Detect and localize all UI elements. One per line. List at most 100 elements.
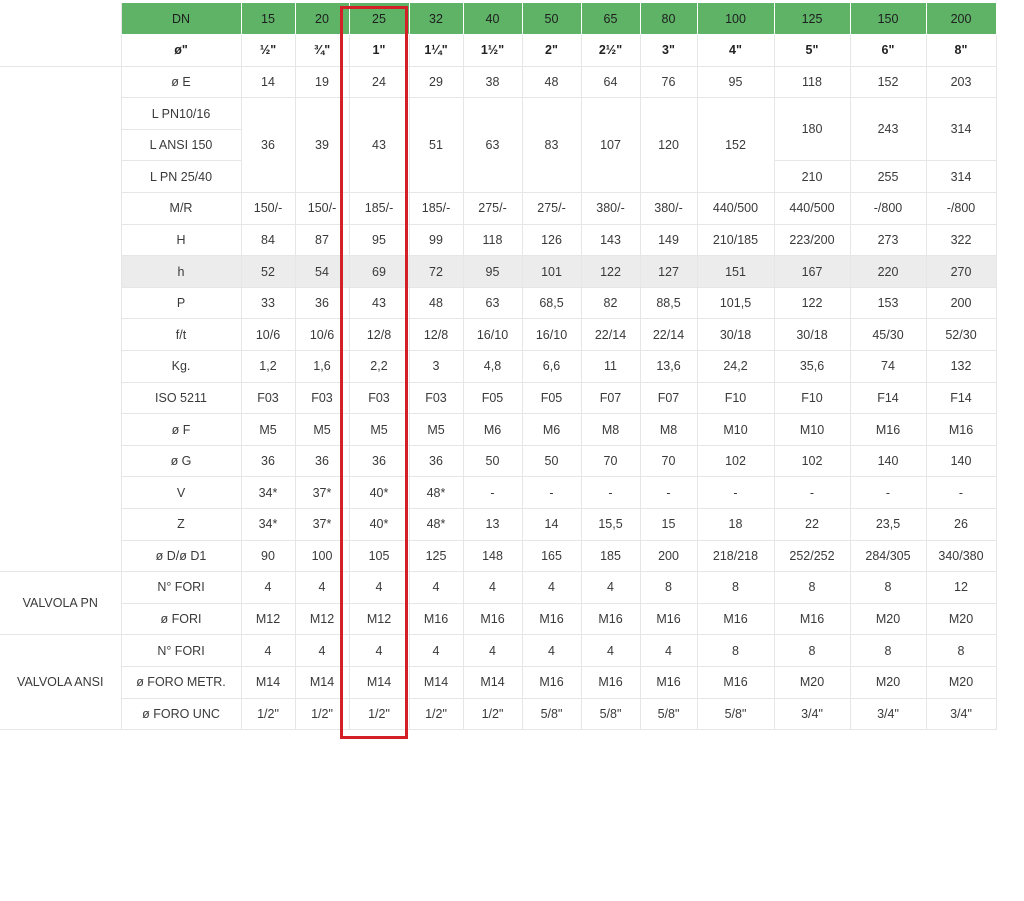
inch-label: ø" (121, 34, 242, 67)
table-cell: 8 (774, 634, 851, 667)
table-cell: 2,2 (349, 350, 410, 383)
table-cell: - (640, 476, 698, 509)
table-cell: 52/30 (926, 318, 997, 352)
table-cell: 30/18 (697, 318, 775, 352)
dn-cell: 32 (409, 3, 464, 36)
table-cell: M16 (697, 603, 775, 636)
table-cell: 4 (409, 571, 464, 604)
table-cell: 83 (522, 97, 582, 194)
table-cell: 4 (640, 634, 698, 667)
table-cell: 99 (409, 224, 464, 257)
table-cell: 22 (774, 508, 851, 541)
table-cell: 8 (850, 634, 927, 667)
inch-cell: 3" (640, 34, 698, 67)
table-cell: 72 (409, 255, 464, 288)
table-cell: 440/500 (774, 192, 851, 225)
table-cell: - (774, 476, 851, 509)
table-cell: 30/18 (774, 318, 851, 352)
table-cell: M10 (774, 413, 851, 446)
table-row: VALVOLA PN N° FORI 4 4 4 4 4 4 4 8 8 8 8 12 (0, 571, 997, 636)
table-cell: 149 (640, 224, 698, 257)
table-cell: 185/- (349, 192, 410, 225)
table-cell: 63 (463, 97, 523, 194)
table-cell: 284/305 (850, 540, 927, 573)
table-cell: F05 (463, 382, 523, 415)
dn-cell: 20 (295, 3, 350, 36)
table-cell: M14 (349, 666, 410, 699)
table-cell: M6 (463, 413, 523, 446)
table-cell: 37* (295, 508, 350, 541)
table-cell: 23,5 (850, 508, 927, 541)
table-cell: 322 (926, 224, 997, 257)
table-cell: 24 (349, 66, 410, 99)
table-cell: 95 (697, 66, 775, 99)
table-cell: 4 (581, 634, 641, 667)
table-cell: 255 (850, 160, 927, 194)
table-cell: 140 (926, 445, 997, 478)
inch-cell: ½" (241, 34, 296, 67)
table-cell: 22/14 (640, 318, 698, 352)
table-cell: -/800 (926, 192, 997, 225)
table-cell: 118 (463, 224, 523, 257)
table-cell: 35,6 (774, 350, 851, 383)
table-cell: 5/8" (522, 698, 582, 731)
table-cell: 340/380 (926, 540, 997, 573)
corner-cell (0, 3, 122, 36)
dn-label: DN (121, 3, 242, 36)
table-cell: 64 (581, 66, 641, 99)
table-cell: 275/- (522, 192, 582, 225)
table-row: Kg. 1,2 1,6 2,2 3 4,8 6,6 11 13,6 24,2 35,6 74 132 (0, 350, 997, 383)
row-label: ø FORI (121, 603, 242, 636)
table-cell: 148 (463, 540, 523, 573)
table-cell: 150/- (295, 192, 350, 225)
table-cell: 38 (463, 66, 523, 99)
table-cell: M16 (522, 603, 582, 636)
dn-cell: 125 (774, 3, 851, 36)
table-cell: M16 (522, 666, 582, 699)
table-cell: 70 (640, 445, 698, 478)
table-cell: 105 (349, 540, 410, 573)
table-cell: 68,5 (522, 287, 582, 320)
table-cell: 152 (850, 66, 927, 99)
table-cell: 273 (850, 224, 927, 257)
table-cell: F14 (850, 382, 927, 415)
table-cell: 43 (349, 287, 410, 320)
table-cell: 185 (581, 540, 641, 573)
table-cell: 210 (774, 160, 851, 194)
table-cell: 8 (640, 571, 698, 604)
table-cell: 1/2" (349, 698, 410, 731)
table-cell: M20 (926, 666, 997, 699)
table-cell: 440/500 (697, 192, 775, 225)
table-cell: 34* (241, 476, 296, 509)
table-cell: 8 (774, 571, 851, 604)
table-cell: 4 (409, 634, 464, 667)
row-label: L PN 25/40 (121, 160, 242, 194)
group-cell-general (0, 66, 122, 573)
table-cell: 151 (697, 255, 775, 288)
row-label: M/R (121, 192, 242, 225)
table-cell: 4 (295, 571, 350, 604)
table-cell: 107 (581, 97, 641, 194)
table-cell: 102 (697, 445, 775, 478)
table-cell: 1/2" (241, 698, 296, 731)
table-cell: 132 (926, 350, 997, 383)
table-cell: 48* (409, 508, 464, 541)
row-label: f/t (121, 318, 242, 352)
table-cell: - (463, 476, 523, 509)
table-cell: 1,2 (241, 350, 296, 383)
table-cell: M16 (581, 603, 641, 636)
table-cell: 380/- (581, 192, 641, 225)
dn-cell: 100 (697, 3, 775, 36)
dn-cell: 25 (349, 3, 410, 36)
table-cell: 19 (295, 66, 350, 99)
table-cell: 14 (241, 66, 296, 99)
table-cell: 95 (349, 224, 410, 257)
row-label: L ANSI 150 (121, 129, 242, 162)
table-cell: 4 (241, 571, 296, 604)
table-cell: M16 (850, 413, 927, 446)
row-label: V (121, 476, 242, 509)
dn-cell: 65 (581, 3, 641, 36)
table-cell: 90 (241, 540, 296, 573)
table-cell: 101 (522, 255, 582, 288)
table-cell: 48* (409, 476, 464, 509)
